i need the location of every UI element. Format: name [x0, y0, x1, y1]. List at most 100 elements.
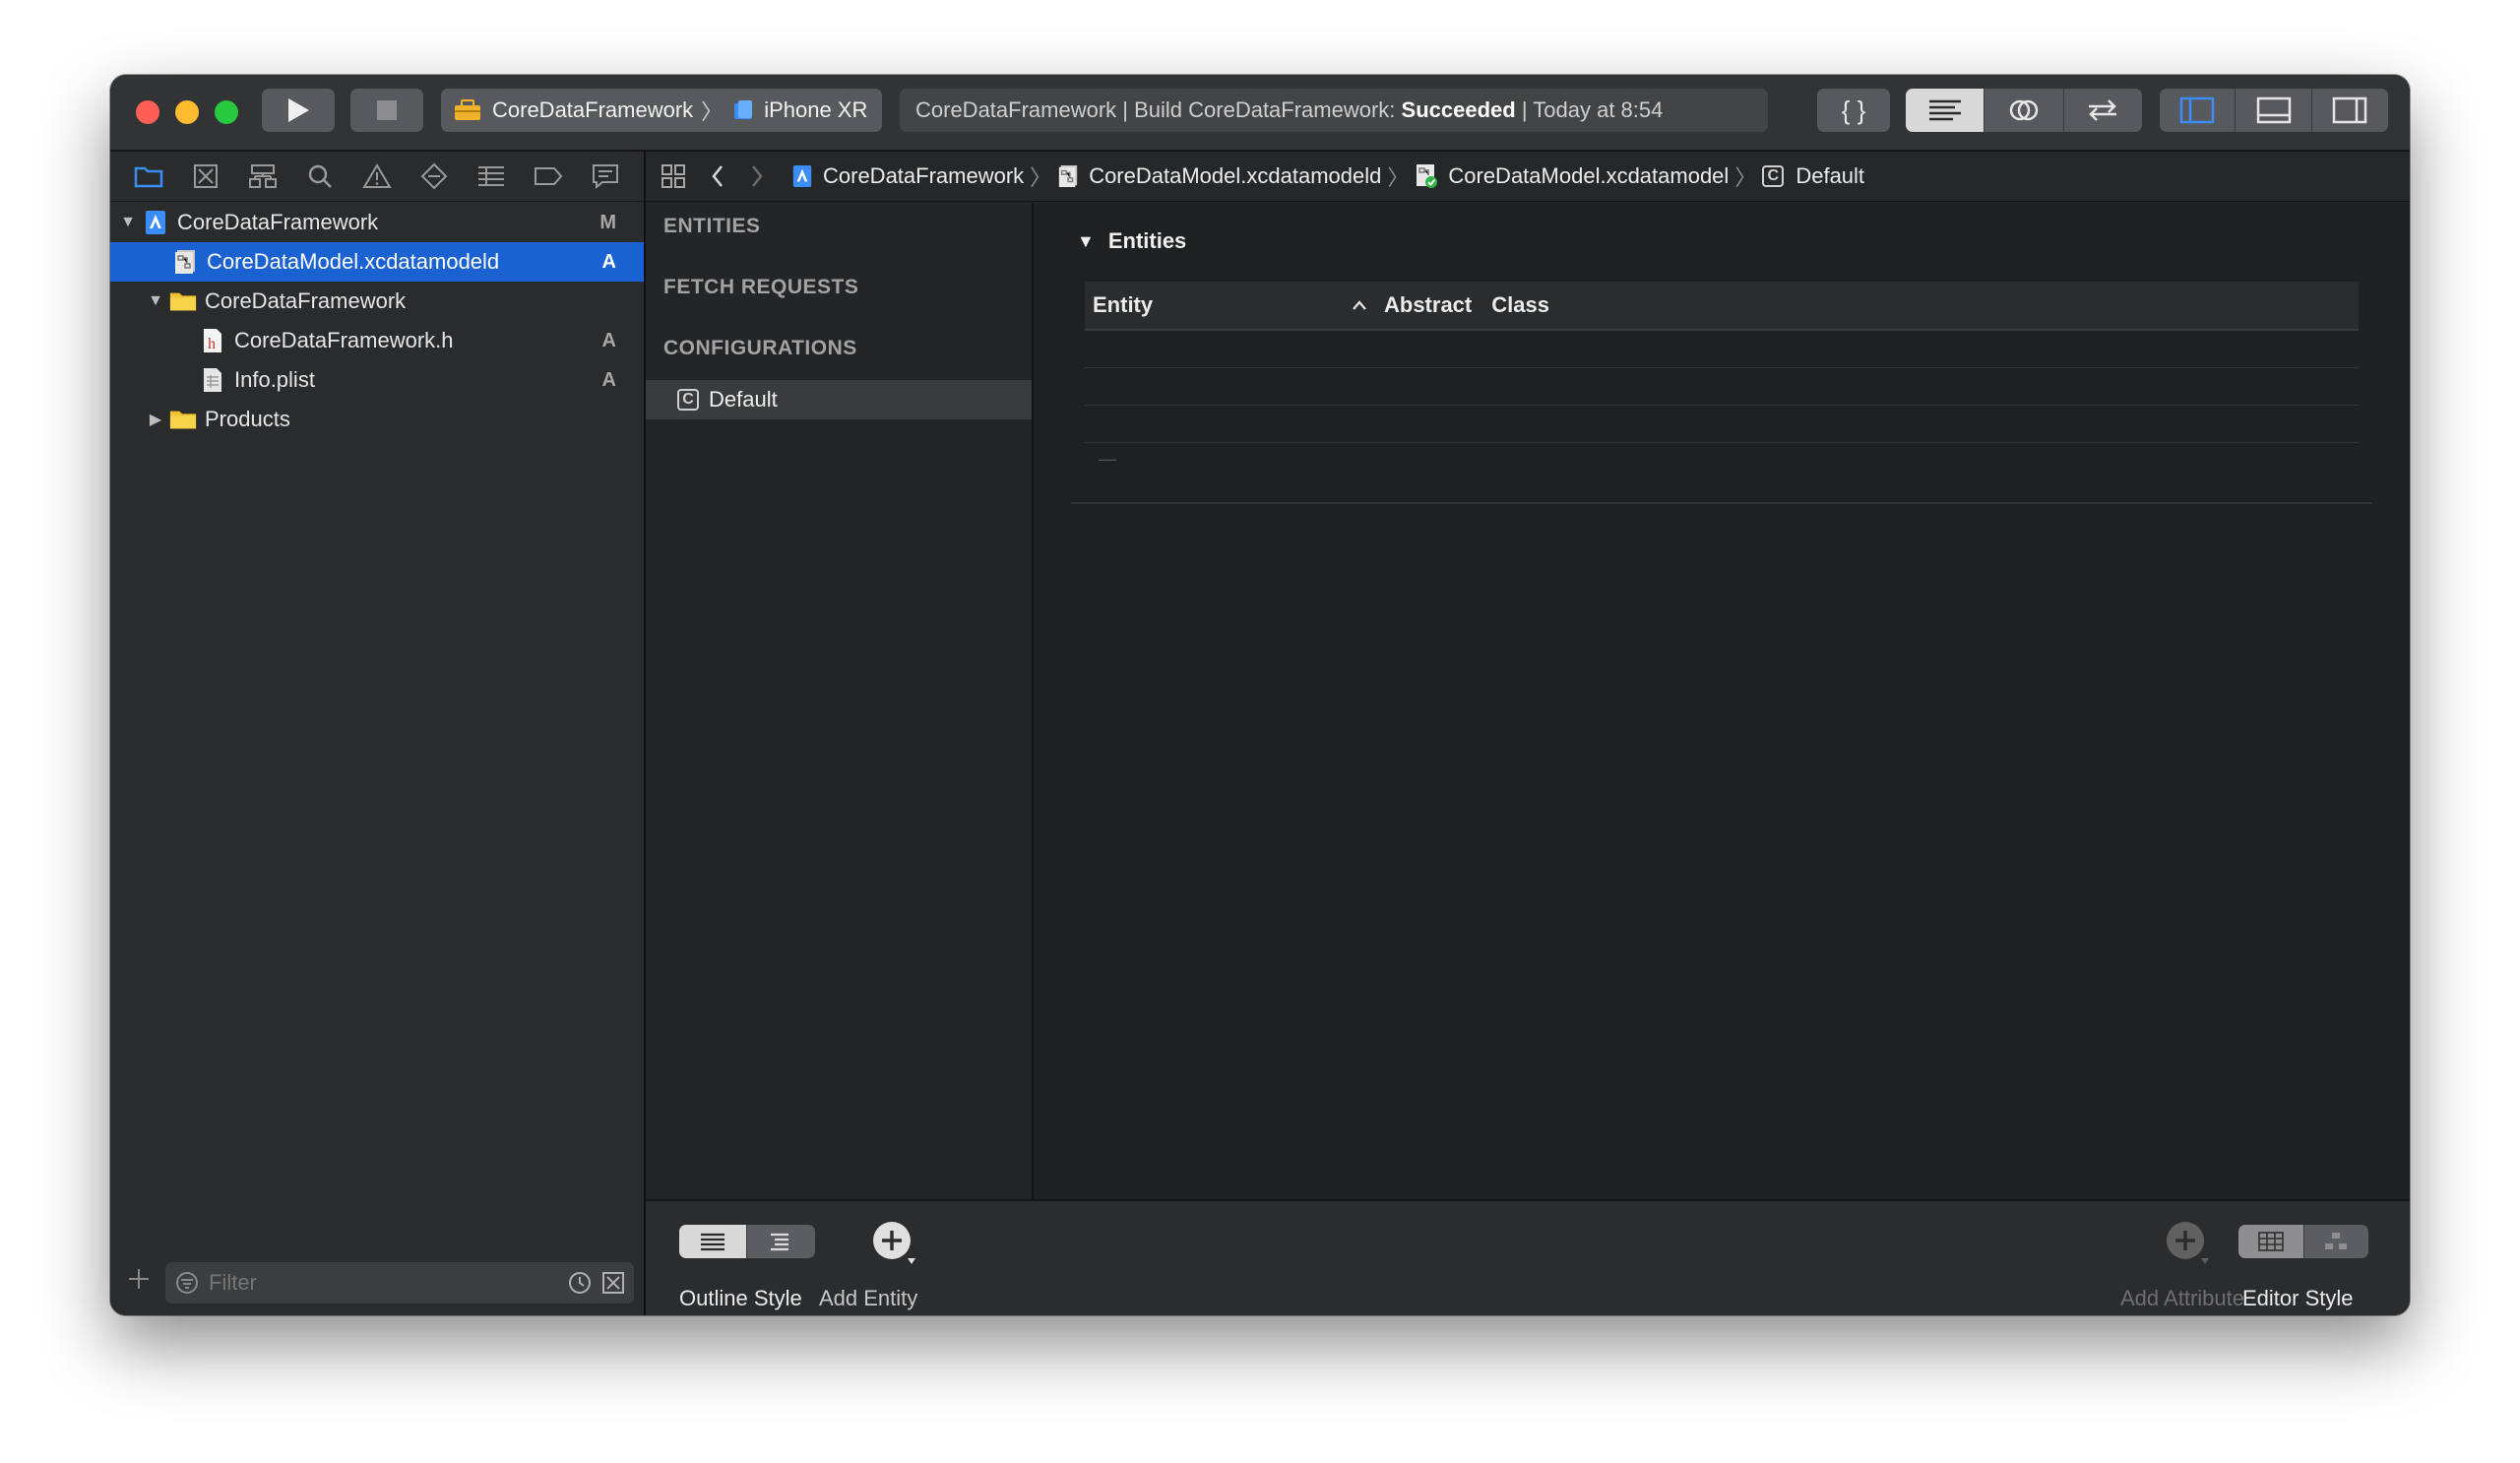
back-chevron-icon[interactable]	[709, 163, 726, 189]
folder-navigator-icon[interactable]	[129, 157, 168, 196]
breakpoint-navigator-icon[interactable]	[529, 157, 568, 196]
framework-toolbox-icon	[455, 99, 480, 120]
configuration-icon: C	[1762, 165, 1785, 187]
tree-item-products-folder[interactable]: ▶ Products	[110, 400, 644, 439]
breadcrumb-separator-icon: 〉	[1030, 165, 1052, 190]
filter-input[interactable]	[207, 1269, 545, 1297]
scm-status-badge: M	[599, 211, 616, 233]
play-icon	[288, 98, 309, 122]
folder-icon	[169, 288, 197, 314]
sort-ascending-icon[interactable]	[1351, 298, 1368, 312]
editor-bottom-bar: Outline Style Add Entity Add Attribute E…	[646, 1199, 2410, 1315]
column-header-class[interactable]: Class	[1491, 292, 1549, 318]
scm-status-badge: A	[601, 329, 616, 351]
entities-section-title[interactable]: ▼ Entities	[1077, 228, 1186, 254]
filter-field[interactable]	[165, 1262, 634, 1304]
filter-icon	[176, 1272, 198, 1294]
flat-list-icon	[700, 1233, 724, 1251]
code-braces-icon: { }	[1841, 95, 1866, 125]
configuration-item-default[interactable]: C Default	[646, 380, 1032, 419]
tree-item-plist-file[interactable]: Info.plist A	[110, 360, 644, 400]
section-entities-header[interactable]: ENTITIES	[663, 215, 761, 238]
outline-style-hierarchy-button[interactable]	[747, 1225, 816, 1258]
tree-item-project[interactable]: ▼ CoreDataFramework M	[110, 203, 644, 242]
left-panel-icon	[2179, 96, 2215, 124]
jump-bar: CoreDataFramework 〉 CoreDataModel.xcdata…	[646, 152, 2410, 202]
editor-style-table-button[interactable]	[2238, 1225, 2304, 1258]
disclosure-expanded-icon[interactable]: ▼	[1077, 231, 1095, 252]
test-diamond-icon[interactable]	[414, 157, 454, 196]
minimize-button[interactable]	[175, 100, 199, 124]
editor-style-graph-button[interactable]	[2304, 1225, 2369, 1258]
entities-table-header: Entity Abstract Class	[1085, 282, 2359, 331]
breadcrumb-datamodeld[interactable]: CoreDataModel.xcdatamodeld	[1057, 163, 1381, 189]
venn-circles-icon	[2009, 99, 2039, 121]
search-icon[interactable]	[300, 157, 340, 196]
header-file-icon: h	[199, 328, 226, 353]
panel-toggle-segmented	[2160, 89, 2388, 132]
breadcrumb-separator-icon: 〉	[1734, 165, 1757, 190]
configuration-icon: C	[677, 389, 699, 411]
disclosure-collapsed-icon[interactable]: ▶	[146, 410, 165, 429]
current-version-datamodel-icon	[1417, 164, 1438, 188]
tree-item-label: CoreDataModel.xcdatamodeld	[207, 249, 500, 274]
section-configurations-header[interactable]: CONFIGURATIONS	[663, 337, 857, 360]
column-header-entity[interactable]: Entity	[1093, 292, 1351, 318]
add-attribute-button[interactable]	[2164, 1219, 2213, 1273]
breadcrumb-datamodel[interactable]: CoreDataModel.xcdatamodel	[1415, 163, 1729, 189]
breadcrumb-label: CoreDataFramework	[823, 163, 1025, 188]
table-footer: —	[1071, 443, 2372, 504]
stop-button[interactable]	[350, 89, 423, 132]
debug-navigator-icon[interactable]	[472, 157, 511, 196]
scheme-selector[interactable]: CoreDataFramework 〉 iPhone XR	[441, 89, 882, 132]
breadcrumb-project[interactable]: CoreDataFramework	[791, 163, 1024, 189]
breadcrumb-label: CoreDataModel.xcdatamodeld	[1089, 163, 1382, 188]
scheme-target-label: CoreDataFramework	[492, 97, 694, 122]
scheme-device-label: iPhone XR	[764, 97, 868, 122]
outline-style-flat-button[interactable]	[679, 1225, 747, 1258]
stop-icon	[377, 100, 397, 120]
tree-item-datamodel[interactable]: CoreDataModel.xcdatamodeld A	[110, 242, 644, 282]
close-button[interactable]	[136, 100, 159, 124]
outline-style-segmented	[679, 1225, 815, 1258]
scm-filter-icon[interactable]	[600, 1270, 626, 1296]
breadcrumb-label: Default	[1796, 163, 1865, 188]
entities-title-label: Entities	[1107, 228, 1187, 253]
toggle-inspector-button[interactable]	[2312, 89, 2388, 132]
symbol-navigator-icon[interactable]	[243, 157, 283, 196]
section-fetch-requests-header[interactable]: FETCH REQUESTS	[663, 276, 858, 299]
related-items-grid-icon[interactable]	[660, 162, 687, 190]
tree-item-group-folder[interactable]: ▼ CoreDataFramework	[110, 282, 644, 321]
disclosure-expanded-icon[interactable]: ▼	[118, 214, 138, 231]
tree-item-label: Info.plist	[234, 367, 315, 392]
source-control-navigator-icon[interactable]	[186, 157, 225, 196]
recent-files-clock-icon[interactable]	[567, 1270, 593, 1296]
run-button[interactable]	[262, 89, 335, 132]
add-attribute-label: Add Attribute	[2120, 1286, 2244, 1310]
tree-item-label: Products	[205, 407, 290, 431]
column-header-abstract[interactable]: Abstract	[1384, 292, 1472, 318]
tree-item-header-file[interactable]: h CoreDataFramework.h A	[110, 321, 644, 360]
library-button[interactable]: { }	[1817, 89, 1890, 132]
breadcrumb-configuration[interactable]: C Default	[1762, 163, 1864, 189]
model-editor: ▼ Entities Entity Abstract Class —	[1034, 203, 2410, 1199]
project-icon	[142, 210, 169, 235]
configuration-item-label: Default	[709, 387, 778, 412]
toggle-debug-area-button[interactable]	[2236, 89, 2312, 132]
disclosure-expanded-icon[interactable]: ▼	[146, 292, 165, 310]
add-file-button[interactable]	[126, 1266, 152, 1297]
scm-status-badge: A	[601, 250, 616, 273]
indented-list-icon	[771, 1233, 789, 1251]
warning-icon[interactable]	[357, 157, 397, 196]
navigator-footer	[110, 1252, 644, 1315]
zoom-button[interactable]	[215, 100, 238, 124]
forward-chevron-icon[interactable]	[748, 163, 766, 189]
datamodel-icon	[1059, 165, 1078, 187]
toggle-navigator-button[interactable]	[2160, 89, 2236, 132]
tree-item-label: CoreDataFramework	[177, 210, 379, 234]
assistant-editor-button[interactable]	[1984, 89, 2064, 132]
add-entity-button[interactable]	[870, 1219, 919, 1273]
standard-editor-button[interactable]	[1906, 89, 1985, 132]
version-editor-button[interactable]	[2064, 89, 2142, 132]
report-navigator-icon[interactable]	[586, 157, 625, 196]
